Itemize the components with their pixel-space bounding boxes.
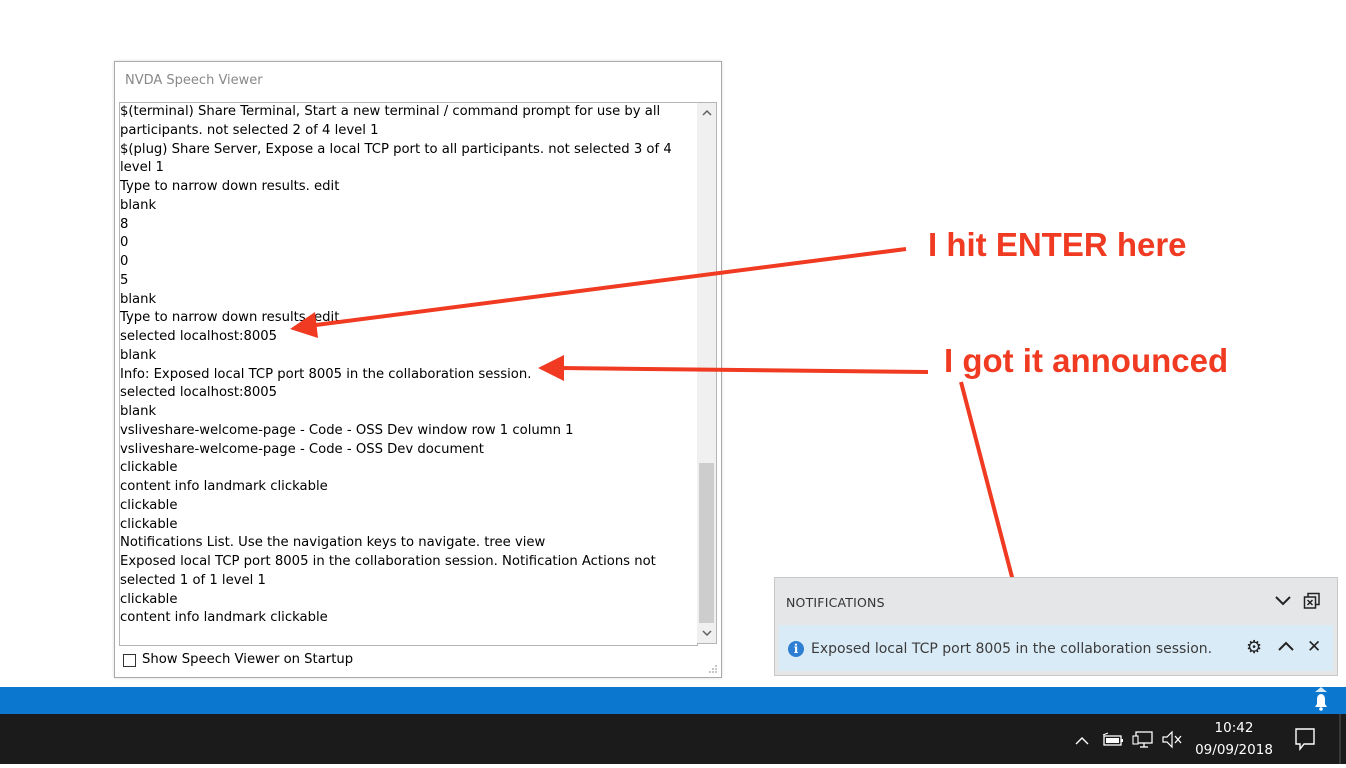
arrow-enter — [290, 247, 907, 338]
close-icon[interactable]: ✕ — [1307, 637, 1321, 657]
notification-item[interactable]: i Exposed local TCP port 8005 in the col… — [779, 625, 1333, 671]
annotation-announced: I got it announced — [944, 342, 1229, 379]
clock-time[interactable]: 10:42 — [1196, 720, 1272, 736]
annotation-enter: I hit ENTER here — [928, 226, 1187, 263]
notifications-header: NOTIFICATIONS — [786, 595, 885, 610]
action-center-strip — [0, 687, 1346, 714]
chevron-up-icon[interactable] — [1277, 637, 1295, 657]
show-desktop-button[interactable] — [1336, 714, 1346, 764]
chevron-down-icon[interactable] — [1274, 590, 1292, 610]
battery-icon[interactable] — [1100, 714, 1126, 764]
info-icon: i — [788, 641, 804, 657]
bell-icon[interactable] — [1296, 687, 1346, 714]
action-center-icon[interactable] — [1290, 714, 1320, 764]
notification-message[interactable]: Exposed local TCP port 8005 in the colla… — [811, 641, 1212, 657]
gear-icon[interactable]: ⚙ — [1246, 638, 1262, 658]
clear-all-icon[interactable] — [1303, 592, 1321, 610]
clock-date[interactable]: 09/09/2018 — [1192, 742, 1276, 758]
notifications-panel: NOTIFICATIONS i Exposed local TCP port 8… — [774, 577, 1338, 676]
taskbar: 10:42 09/09/2018 — [0, 714, 1346, 764]
network-icon[interactable] — [1130, 714, 1156, 764]
chevron-up-icon[interactable] — [1072, 714, 1092, 764]
arrow-announced — [538, 355, 929, 381]
volume-muted-icon[interactable] — [1160, 714, 1186, 764]
